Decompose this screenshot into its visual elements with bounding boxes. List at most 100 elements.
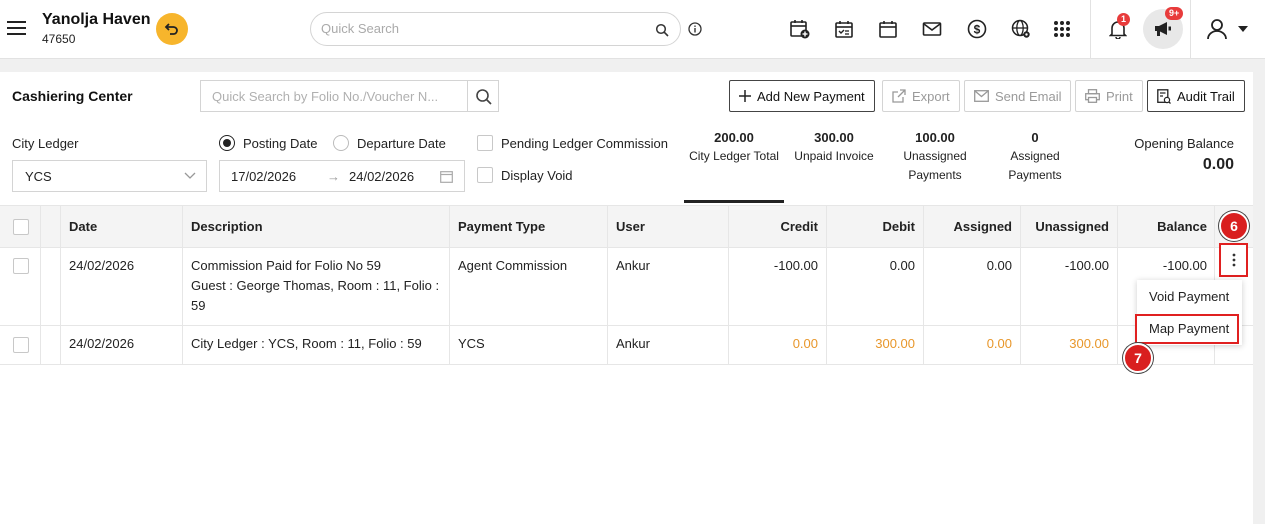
pending-commission-checkbox[interactable]: Pending Ledger Commission — [477, 135, 668, 151]
notification-badge: 1 — [1117, 13, 1131, 26]
send-email-button[interactable]: Send Email — [964, 80, 1072, 112]
active-stat-indicator — [684, 200, 784, 203]
apps-grid-icon[interactable] — [1050, 17, 1074, 41]
departure-date-label: Departure Date — [357, 135, 446, 151]
calendar-icon — [440, 171, 453, 183]
date-range-picker[interactable]: 17/02/2026 → 24/02/2026 — [219, 160, 465, 192]
column-header-payment-type[interactable]: Payment Type — [458, 219, 545, 234]
info-icon[interactable] — [688, 22, 702, 36]
display-void-checkbox[interactable]: Display Void — [477, 167, 573, 183]
date-to: 24/02/2026 — [349, 169, 415, 184]
export-label: Export — [912, 88, 950, 104]
quick-search[interactable] — [310, 12, 681, 46]
column-divider — [60, 248, 61, 325]
back-button[interactable] — [156, 13, 188, 45]
opening-balance-label: Opening Balance — [1134, 136, 1234, 151]
folio-search[interactable] — [200, 80, 499, 112]
ledger-select[interactable]: YCS — [12, 160, 207, 192]
stat-value: 0 — [1031, 130, 1039, 145]
mail-icon — [974, 90, 989, 102]
select-all-checkbox[interactable] — [13, 219, 29, 235]
cell-description-line1: Commission Paid for Folio No 59 — [191, 258, 382, 273]
cashiering-panel: Cashiering Center Add New Payment Export… — [0, 72, 1253, 524]
stat-unpaid-invoice[interactable]: 300.00 Unpaid Invoice — [788, 128, 880, 166]
search-icon[interactable] — [475, 88, 493, 106]
stat-label-line2: Payments — [908, 168, 962, 182]
pending-commission-label: Pending Ledger Commission — [501, 135, 668, 151]
checkbox-icon — [477, 135, 493, 151]
column-divider — [182, 326, 183, 364]
column-divider — [60, 206, 61, 247]
calendar-check-icon[interactable] — [832, 17, 856, 41]
calendar-icon[interactable] — [876, 17, 900, 41]
date-from: 17/02/2026 — [231, 169, 297, 184]
announcement-badge: 9+ — [1165, 7, 1184, 20]
row-checkbox[interactable] — [13, 258, 29, 274]
page-title: Cashiering Center — [12, 88, 133, 104]
cell-unassigned: 300.00 — [1069, 336, 1109, 351]
row-actions-button[interactable] — [1219, 243, 1248, 277]
column-header-date[interactable]: Date — [69, 219, 97, 234]
table-row[interactable]: 24/02/2026 City Ledger : YCS, Room : 11,… — [0, 326, 1253, 365]
cell-date: 24/02/2026 — [69, 336, 135, 351]
column-divider — [449, 326, 450, 364]
stat-city-ledger-total[interactable]: 200.00 City Ledger Total — [684, 128, 784, 166]
column-divider — [60, 326, 61, 364]
column-header-credit[interactable]: Credit — [728, 219, 818, 234]
search-icon[interactable] — [655, 23, 669, 37]
column-header-description[interactable]: Description — [191, 219, 263, 234]
calendar-add-icon[interactable] — [788, 17, 812, 41]
audit-trail-button[interactable]: Audit Trail — [1147, 80, 1245, 112]
dollar-icon[interactable]: $ — [965, 17, 989, 41]
row-checkbox[interactable] — [13, 337, 29, 353]
column-header-user[interactable]: User — [616, 219, 645, 234]
menu-icon[interactable] — [7, 19, 27, 37]
mail-icon[interactable] — [920, 17, 944, 41]
cell-unassigned: -100.00 — [1064, 258, 1109, 273]
globe-settings-icon[interactable] — [1009, 17, 1033, 41]
cell-credit: -100.00 — [773, 258, 818, 273]
column-header-assigned[interactable]: Assigned — [923, 219, 1012, 234]
cell-assigned: 0.00 — [986, 258, 1012, 273]
export-icon — [892, 89, 906, 103]
cell-credit: 0.00 — [792, 336, 818, 351]
cell-assigned: 0.00 — [986, 336, 1012, 351]
caret-down-icon[interactable] — [1235, 17, 1251, 41]
top-bar: Yanolja Haven 47650 $ 1 9+ — [0, 0, 1265, 59]
user-avatar-icon[interactable] — [1205, 17, 1229, 41]
export-button[interactable]: Export — [882, 80, 960, 112]
column-divider — [1117, 326, 1118, 364]
void-payment-menu-item[interactable]: Void Payment — [1137, 282, 1242, 312]
folio-search-input[interactable] — [212, 89, 457, 104]
print-button[interactable]: Print — [1075, 80, 1143, 112]
add-new-payment-button[interactable]: Add New Payment — [729, 80, 875, 112]
quick-search-input[interactable] — [321, 21, 641, 36]
stat-assigned-payments[interactable]: 0 Assigned Payments — [990, 128, 1080, 185]
search-divider — [467, 81, 468, 111]
map-payment-menu-item[interactable]: Map Payment — [1135, 314, 1239, 344]
column-header-unassigned[interactable]: Unassigned — [1020, 219, 1109, 234]
table-header: Date Description Payment Type User Credi… — [0, 205, 1253, 248]
stat-label-line1: Assigned — [1010, 149, 1060, 163]
column-divider — [449, 248, 450, 325]
column-divider — [40, 206, 41, 247]
stat-label-line2: Payments — [1008, 168, 1062, 182]
display-void-label: Display Void — [501, 167, 573, 183]
table-row[interactable]: 24/02/2026 Commission Paid for Folio No … — [0, 248, 1253, 326]
stat-unassigned-payments[interactable]: 100.00 Unassigned Payments — [890, 128, 980, 185]
radio-selected-icon — [219, 135, 235, 151]
stat-value: 200.00 — [714, 130, 754, 145]
property-id: 47650 — [42, 32, 76, 46]
departure-date-radio[interactable]: Departure Date — [333, 135, 446, 151]
posting-date-radio[interactable]: Posting Date — [219, 135, 317, 151]
svg-text:$: $ — [974, 22, 981, 36]
column-divider — [182, 206, 183, 247]
column-header-balance[interactable]: Balance — [1117, 219, 1207, 234]
column-header-debit[interactable]: Debit — [826, 219, 916, 234]
column-divider — [607, 206, 608, 247]
stat-label: City Ledger Total — [689, 149, 779, 163]
cell-user: Ankur — [616, 336, 650, 351]
step-marker-6: 6 — [1219, 211, 1249, 241]
toolbar-divider — [1090, 0, 1091, 59]
cell-payment-type: YCS — [458, 336, 485, 351]
